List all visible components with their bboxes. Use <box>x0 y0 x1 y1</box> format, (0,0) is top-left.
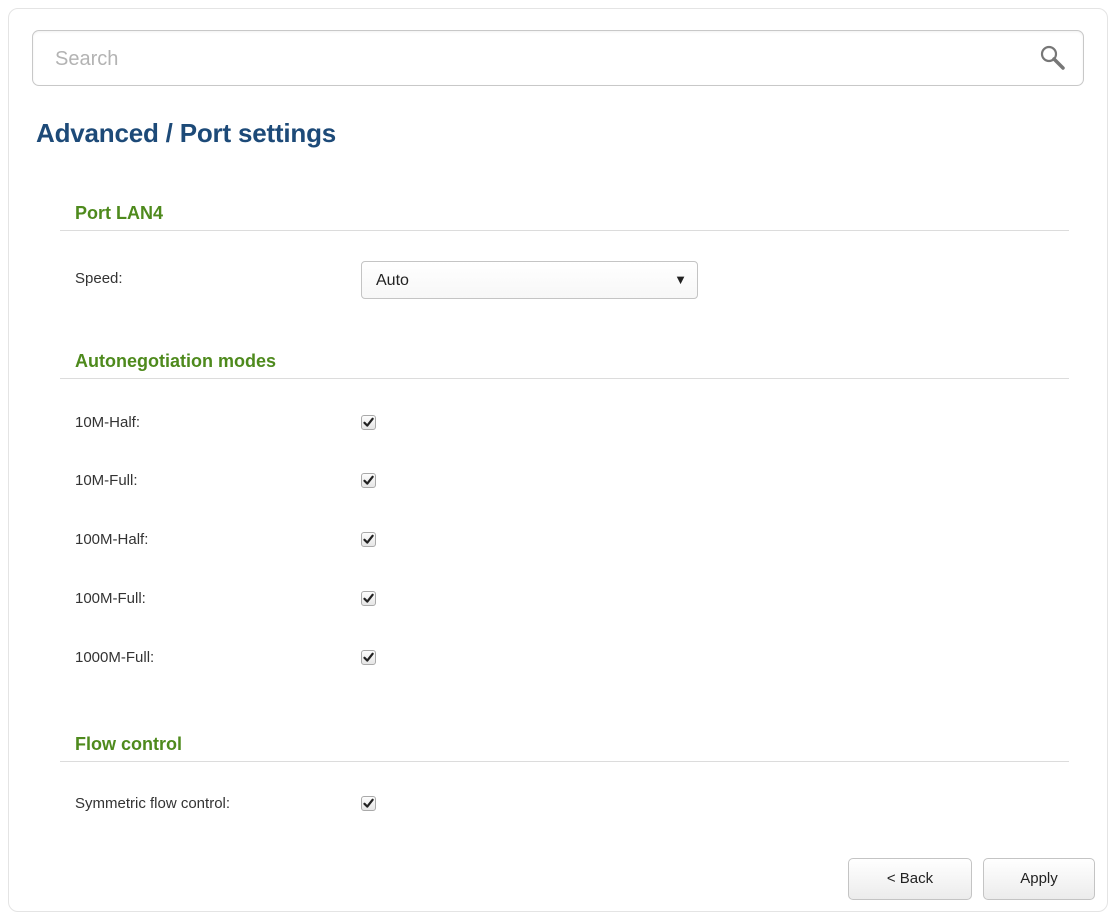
section-title-flow-control: Flow control <box>75 734 182 754</box>
autoneg-label-10m-half: 10M-Half: <box>75 414 141 431</box>
checkbox-1000m-full[interactable] <box>361 650 376 665</box>
flow-label-symmetric: Symmetric flow control: <box>75 795 231 812</box>
checkbox-10m-half[interactable] <box>361 415 376 430</box>
divider <box>60 230 1069 231</box>
checkmark-icon <box>363 798 374 808</box>
checkbox-symmetric-flow-control[interactable] <box>361 796 376 811</box>
search-box[interactable] <box>32 30 1084 87</box>
page-title: Advanced / Port settings <box>36 118 337 148</box>
dropdown-arrow-icon: ▼ <box>674 272 687 287</box>
section-title-port: Port LAN4 <box>75 203 164 223</box>
checkmark-icon <box>363 652 374 662</box>
search-icon[interactable] <box>1039 44 1067 72</box>
divider <box>60 761 1069 762</box>
autoneg-label-1000m-full: 1000M-Full: <box>75 649 155 666</box>
checkmark-icon <box>363 534 374 544</box>
checkmark-icon <box>363 475 374 485</box>
autoneg-label-10m-full: 10M-Full: <box>75 472 138 489</box>
autoneg-label-100m-full: 100M-Full: <box>75 590 146 607</box>
checkmark-icon <box>363 417 374 427</box>
search-input[interactable] <box>53 31 1017 87</box>
speed-select[interactable]: Auto ▼ <box>361 261 698 299</box>
checkbox-100m-full[interactable] <box>361 591 376 606</box>
apply-button[interactable]: Apply <box>983 858 1095 900</box>
checkbox-100m-half[interactable] <box>361 532 376 547</box>
divider <box>60 378 1069 379</box>
checkmark-icon <box>363 593 374 603</box>
autoneg-label-100m-half: 100M-Half: <box>75 531 149 548</box>
section-title-autonegotiation: Autonegotiation modes <box>75 351 276 371</box>
checkbox-10m-full[interactable] <box>361 473 376 488</box>
back-button[interactable]: < Back <box>848 858 972 900</box>
speed-label: Speed: <box>75 270 123 287</box>
speed-select-value: Auto <box>376 272 409 289</box>
